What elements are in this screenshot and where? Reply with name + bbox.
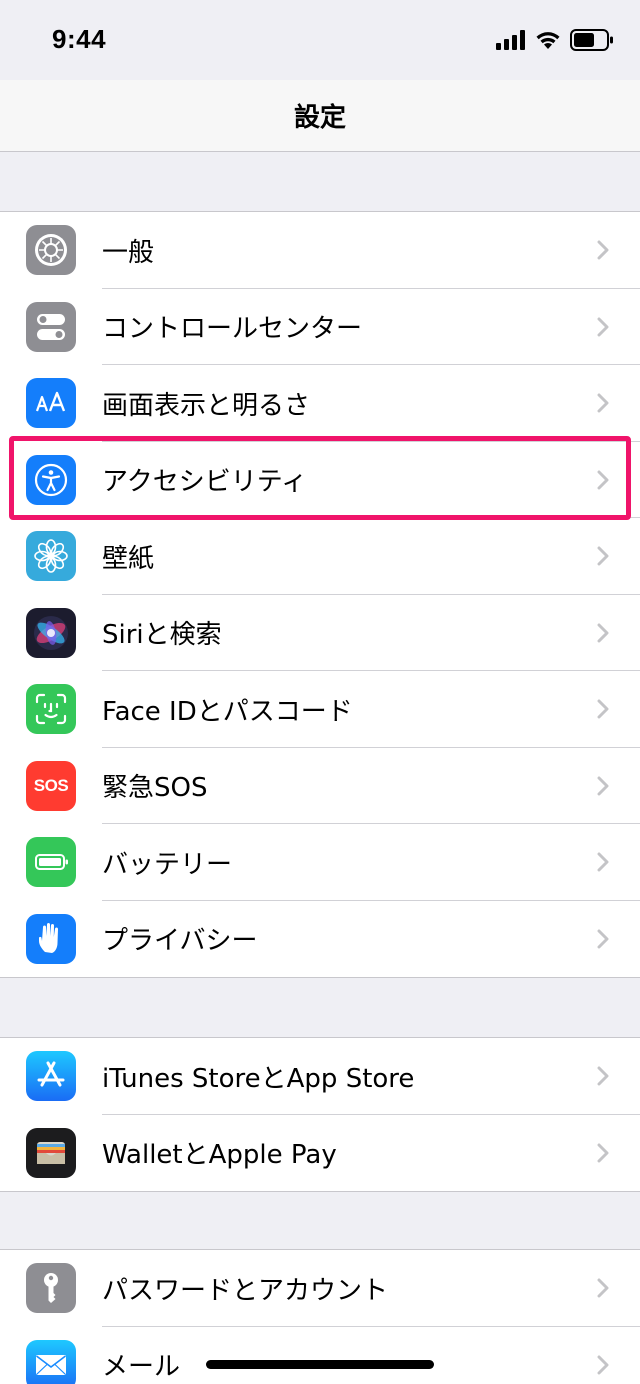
wallet-icon bbox=[26, 1127, 76, 1178]
row-label: バッテリー bbox=[102, 849, 233, 880]
chevron-right-icon bbox=[597, 623, 609, 643]
row-label: 壁紙 bbox=[102, 543, 155, 574]
row-label: プライバシー bbox=[102, 926, 258, 957]
gear-icon bbox=[26, 225, 76, 276]
chevron-right-icon bbox=[597, 1278, 609, 1298]
sos-icon-text: SOS bbox=[33, 775, 69, 795]
cellular-signal-icon bbox=[496, 30, 525, 50]
accessibility-icon bbox=[26, 454, 76, 505]
settings-row-control-center[interactable]: コントロールセンター bbox=[0, 289, 640, 365]
chevron-right-icon bbox=[597, 546, 609, 566]
settings-row-mail[interactable]: メール bbox=[0, 1327, 640, 1384]
face-id-icon bbox=[26, 684, 76, 735]
settings-row-accessibility[interactable]: アクセシビリティ bbox=[0, 442, 640, 518]
home-indicator[interactable] bbox=[206, 1360, 434, 1369]
sos-icon: SOS bbox=[26, 760, 76, 811]
chevron-right-icon bbox=[597, 1143, 609, 1163]
app-store-icon bbox=[26, 1051, 76, 1102]
row-label: アクセシビリティ bbox=[102, 467, 308, 498]
battery-icon bbox=[26, 837, 76, 888]
settings-row-privacy[interactable]: プライバシー bbox=[0, 901, 640, 978]
row-label: WalletとApple Pay bbox=[102, 1140, 337, 1171]
chevron-right-icon bbox=[597, 240, 609, 260]
settings-group-2: iTunes StoreとApp Store WalletとApple Pay bbox=[0, 1037, 640, 1192]
key-icon bbox=[26, 1263, 76, 1314]
chevron-right-icon bbox=[597, 470, 609, 490]
chevron-right-icon bbox=[597, 776, 609, 796]
status-time: 9:44 bbox=[52, 24, 107, 54]
row-label: 画面表示と明るさ bbox=[102, 390, 311, 421]
row-label: iTunes StoreとApp Store bbox=[102, 1063, 415, 1094]
row-label: コントロールセンター bbox=[102, 314, 363, 345]
mail-icon bbox=[26, 1339, 76, 1384]
siri-icon bbox=[26, 607, 76, 658]
row-label: パスワードとアカウント bbox=[102, 1275, 389, 1306]
navigation-bar: 設定 bbox=[0, 80, 640, 152]
wallpaper-flower-icon bbox=[26, 531, 76, 582]
settings-row-wallet-apple-pay[interactable]: WalletとApple Pay bbox=[0, 1115, 640, 1192]
settings-row-passwords-accounts[interactable]: パスワードとアカウント bbox=[0, 1250, 640, 1327]
chevron-right-icon bbox=[597, 393, 609, 413]
text-size-icon bbox=[26, 378, 76, 429]
chevron-right-icon bbox=[597, 929, 609, 949]
page-title: 設定 bbox=[293, 103, 346, 133]
row-label: Face IDとパスコード bbox=[102, 696, 353, 727]
settings-row-face-id[interactable]: Face IDとパスコード bbox=[0, 671, 640, 748]
settings-row-display-brightness[interactable]: 画面表示と明るさ bbox=[0, 365, 640, 442]
chevron-right-icon bbox=[597, 699, 609, 719]
status-bar: 9:44 bbox=[0, 0, 640, 80]
chevron-right-icon bbox=[597, 852, 609, 872]
chevron-right-icon bbox=[597, 1355, 609, 1375]
settings-row-itunes-app-store[interactable]: iTunes StoreとApp Store bbox=[0, 1038, 640, 1115]
chevron-right-icon bbox=[597, 1066, 609, 1086]
settings-group-1: 一般 コントロールセンター 画面表示と明るさ アクセシビリティ 壁紙 Siriと… bbox=[0, 211, 640, 978]
settings-row-emergency-sos[interactable]: SOS 緊急SOS bbox=[0, 748, 640, 824]
row-label: 緊急SOS bbox=[102, 773, 208, 804]
settings-row-siri-search[interactable]: Siriと検索 bbox=[0, 595, 640, 671]
status-icons bbox=[496, 28, 614, 52]
settings-row-general[interactable]: 一般 bbox=[0, 212, 640, 289]
battery-status-icon bbox=[570, 29, 613, 51]
settings-row-wallpaper[interactable]: 壁紙 bbox=[0, 518, 640, 595]
row-label: 一般 bbox=[102, 237, 155, 268]
row-label: Siriと検索 bbox=[102, 620, 222, 651]
toggles-icon bbox=[26, 301, 76, 352]
settings-row-battery[interactable]: バッテリー bbox=[0, 824, 640, 901]
chevron-right-icon bbox=[597, 317, 609, 337]
wifi-icon bbox=[536, 32, 560, 49]
hand-icon bbox=[26, 913, 76, 964]
